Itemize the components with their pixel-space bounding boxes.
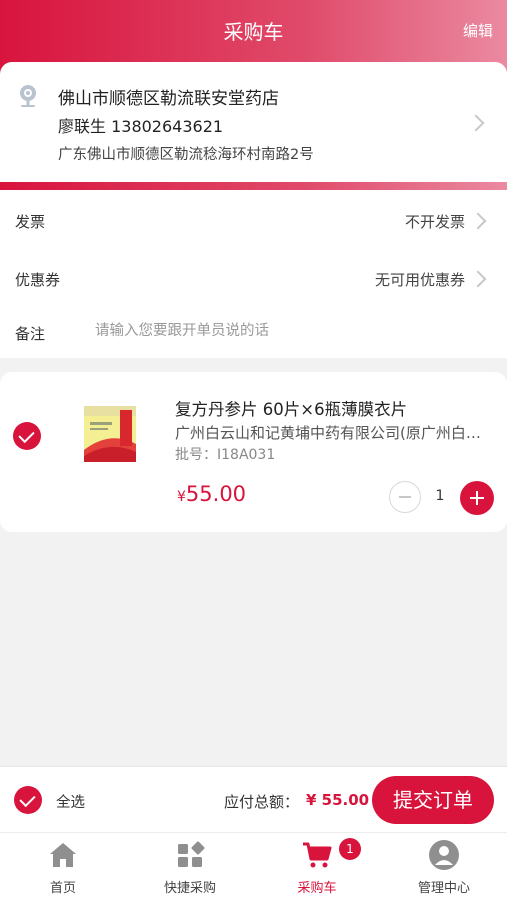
- cart-count-badge: 1: [339, 838, 361, 860]
- chevron-right-icon: [469, 212, 487, 230]
- product-price: ¥55.00: [177, 482, 246, 506]
- contact-info: 廖联生 13802643621: [58, 117, 224, 136]
- tab-label: 管理中心: [417, 881, 470, 896]
- remark-input[interactable]: [95, 318, 485, 344]
- increase-quantity-button[interactable]: [460, 481, 494, 515]
- select-all-label[interactable]: 全选: [56, 791, 85, 812]
- address-detail: 广东佛山市顺德区勒流稔海环村南路2号: [58, 147, 314, 163]
- price-value: 55.00: [185, 482, 247, 506]
- total-amount: ¥ 55.00: [306, 791, 370, 809]
- total-label: 应付总额：: [224, 793, 300, 811]
- home-icon: [50, 843, 76, 867]
- remark-label: 备注: [15, 325, 46, 343]
- tab-label: 采购车: [297, 881, 337, 896]
- tab-home[interactable]: 首页: [0, 833, 126, 900]
- product-name[interactable]: 复方丹参片 60片×6瓶薄膜衣片: [175, 396, 407, 420]
- tab-quick-purchase[interactable]: 快捷采购: [127, 833, 253, 900]
- coupon-label: 优惠券: [15, 271, 61, 289]
- address-card[interactable]: 佛山市顺德区勒流联安堂药店 廖联生 13802643621 广东佛山市顺德区勒流…: [0, 62, 507, 182]
- cart-icon: [303, 842, 332, 868]
- currency-symbol: ¥: [177, 489, 186, 505]
- select-all-checkbox[interactable]: [14, 786, 42, 814]
- chevron-right-icon: [469, 270, 487, 288]
- grid-icon: [178, 841, 205, 867]
- cart-item: 复方丹参片 60片×6瓶薄膜衣片 广州白云山和记黄埔中药有限公司(原广州白云山中…: [0, 372, 507, 532]
- item-checkbox[interactable]: [13, 422, 41, 450]
- tab-label: 首页: [49, 881, 76, 896]
- tab-label: 快捷采购: [163, 881, 216, 896]
- store-name: 佛山市顺德区勒流联安堂药店: [58, 89, 279, 109]
- bottom-tab-bar: 首页 快捷采购 采购车 管理中心: [0, 832, 507, 900]
- coupon-value: 无可用优惠券: [374, 271, 465, 289]
- checkout-bar: 全选 应付总额： ¥ 55.00 提交订单: [0, 766, 507, 832]
- chevron-right-icon: [467, 114, 485, 132]
- edit-button[interactable]: 编辑: [463, 20, 493, 41]
- order-options: 发票 不开发票 优惠券 无可用优惠券 备注: [0, 190, 507, 358]
- submit-order-button[interactable]: 提交订单: [372, 776, 494, 824]
- tab-management[interactable]: 管理中心: [381, 833, 507, 900]
- tab-cart[interactable]: 采购车: [254, 833, 380, 900]
- quantity-value[interactable]: 1: [430, 488, 450, 504]
- invoice-label: 发票: [15, 213, 46, 231]
- invoice-value: 不开发票: [404, 213, 465, 231]
- product-manufacturer: 广州白云山和记黄埔中药有限公司(原广州白云山中药厂): [175, 424, 487, 442]
- decrease-quantity-button[interactable]: [389, 481, 421, 513]
- user-icon: [429, 840, 459, 870]
- location-pin-icon: [20, 85, 36, 107]
- product-thumbnail[interactable]: [80, 400, 142, 468]
- product-batch: 批号：I18A031: [175, 447, 276, 463]
- page-title: 采购车: [223, 20, 284, 44]
